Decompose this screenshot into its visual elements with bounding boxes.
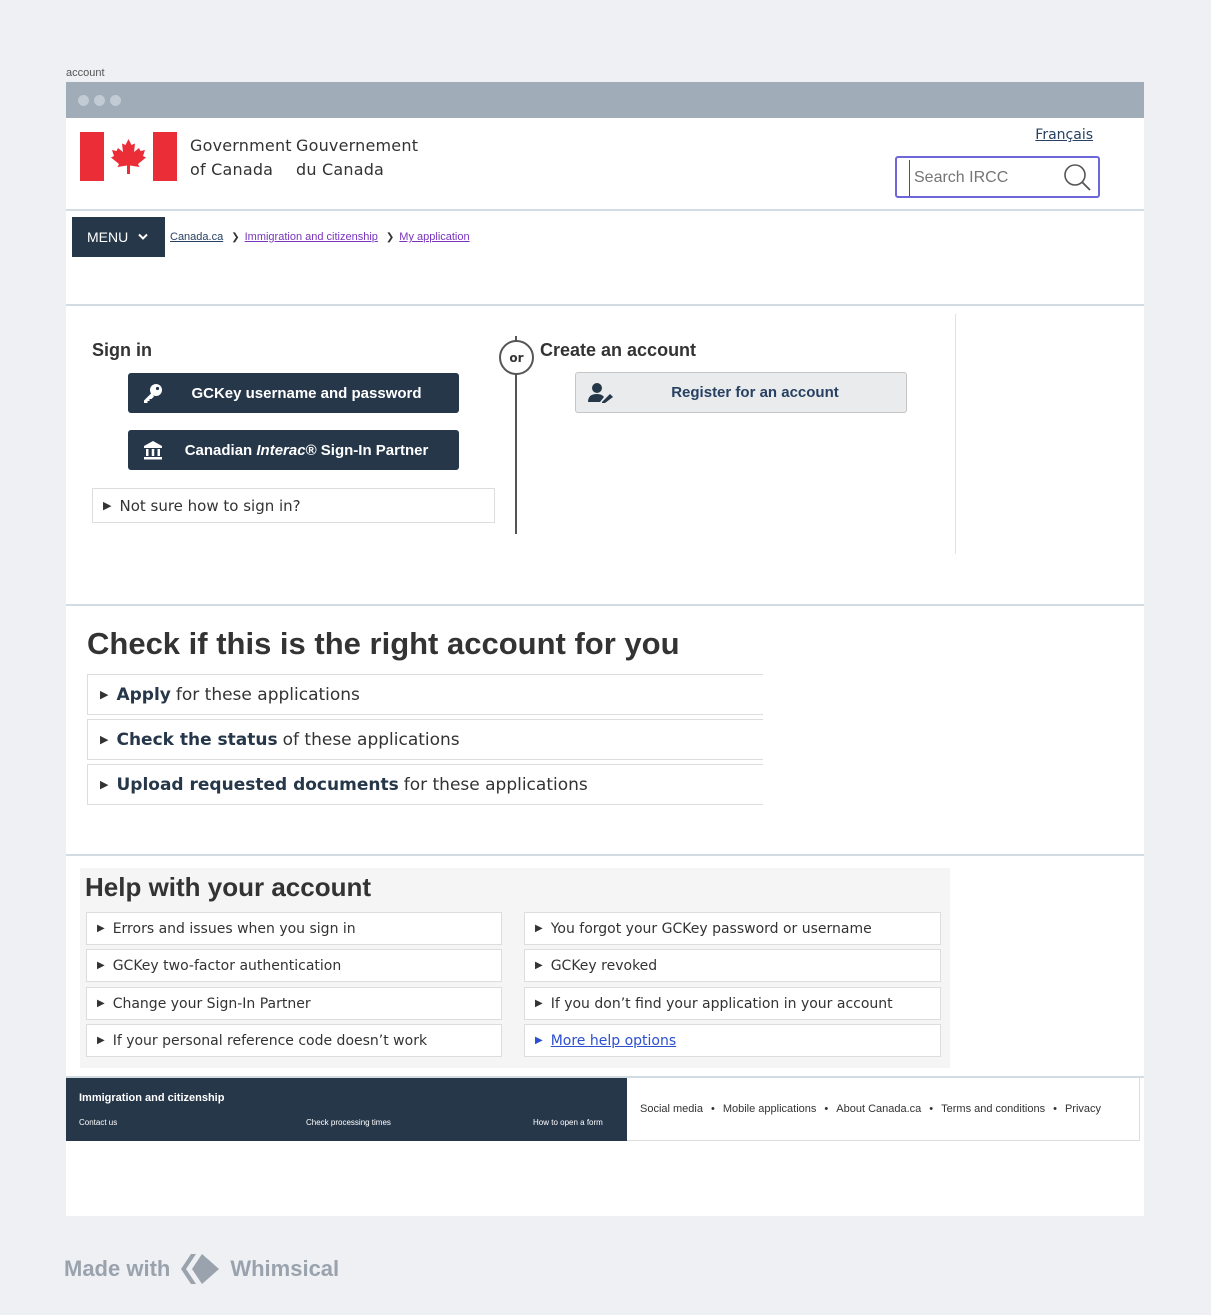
key-icon [128,382,178,404]
help-item-signin-errors[interactable]: ▶ Errors and issues when you sign in [86,912,502,945]
triangle-right-icon: ▶ [103,499,112,512]
menu-label: MENU [87,229,129,245]
site-header: Government of Canada Gouvernement du Can… [66,118,1144,211]
search-input[interactable] [909,160,1059,196]
search-icon[interactable] [1062,162,1092,192]
footer-section-title: Immigration and citizenship [79,1092,225,1104]
frame-label: account [66,67,105,79]
gckey-signin-button[interactable]: GCKey username and password [128,373,459,413]
footer-link-privacy[interactable]: Privacy [1065,1103,1101,1115]
user-edit-icon [576,382,626,404]
triangle-right-icon: ▶ [535,960,543,971]
section-divider [955,314,956,554]
breadcrumb-canada[interactable]: Canada.ca [170,231,223,243]
footer-link-terms[interactable]: Terms and conditions [941,1103,1045,1115]
footer-link-processing-times[interactable]: Check processing times [306,1118,391,1127]
search-box [895,156,1100,198]
interac-signin-button[interactable]: Canadian Interac® Sign-In Partner [128,430,459,470]
signin-section: Sign in GCKey username and password Cana… [66,306,1144,606]
footer-link-about[interactable]: About Canada.ca [836,1103,921,1115]
help-item-forgot-password[interactable]: ▶ You forgot your GCKey password or usern… [524,912,941,945]
breadcrumb-separator-icon: ❯ [385,231,395,243]
more-help-options-link[interactable]: ▶ More help options [524,1024,941,1057]
whimsical-logo-icon [181,1254,220,1284]
maple-leaf-icon [111,139,146,174]
not-sure-how-to-sign-in-toggle[interactable]: ▶ Not sure how to sign in? [92,488,495,523]
check-account-title: Check if this is the right account for y… [87,626,680,661]
interac-button-label: Canadian Interac® Sign-In Partner [184,441,429,459]
footer-link-social-media[interactable]: Social media [640,1103,703,1115]
triangle-right-icon: ▶ [97,998,105,1009]
triangle-right-icon: ▶ [97,1035,105,1046]
window-dot-1 [78,95,89,106]
upload-documents-applications-toggle[interactable]: ▶ Upload requested documents for these a… [87,764,763,805]
help-section: Help with your account ▶ Errors and issue… [66,856,1144,1078]
breadcrumb-my-application[interactable]: My application [399,231,469,243]
create-account-title: Create an account [540,340,697,360]
footer-legal: Social media • Mobile applications • Abo… [627,1078,1140,1141]
nav-row: MENU Canada.ca ❯ Immigration and citizen… [66,213,1144,306]
gov-name-french: Gouvernement du Canada [296,136,419,179]
footer-main: Immigration and citizenship Contact us C… [66,1078,627,1141]
breadcrumb: Canada.ca ❯ Immigration and citizenship … [170,231,470,243]
apply-applications-toggle[interactable]: ▶ Apply for these applications [87,674,763,715]
triangle-right-icon: ▶ [535,998,543,1009]
check-status-applications-toggle[interactable]: ▶ Check the status of these applications [87,719,763,760]
triangle-right-icon: ▶ [100,733,109,746]
canada-flag-logo[interactable] [80,132,177,181]
help-panel: Help with your account ▶ Errors and issue… [80,868,950,1068]
breadcrumb-separator-icon: ❯ [231,231,240,243]
menu-button[interactable]: MENU [72,217,165,257]
help-item-two-factor[interactable]: ▶ GCKey two-factor authentication [86,949,502,982]
help-item-missing-application[interactable]: ▶ If you don’t find your application in y… [524,987,941,1020]
whimsical-branding: Made with Whimsical [64,1252,339,1286]
triangle-right-icon: ▶ [100,688,109,701]
check-account-section: Check if this is the right account for y… [66,606,1144,856]
signin-title: Sign in [92,340,152,360]
bank-icon [128,440,178,460]
or-divider: or [499,340,534,375]
help-item-reference-code[interactable]: ▶ If your personal reference code doesn’t… [86,1024,502,1057]
footer-link-open-form[interactable]: How to open a form [533,1118,603,1127]
chevron-down-icon [138,233,148,240]
help-item-gckey-revoked[interactable]: ▶ GCKey revoked [524,949,941,982]
gov-name-english: Government of Canada [190,136,292,179]
triangle-right-icon: ▶ [97,960,105,971]
triangle-right-icon: ▶ [100,778,109,791]
window-dot-2 [94,95,105,106]
triangle-right-icon: ▶ [97,923,105,934]
help-item-change-partner[interactable]: ▶ Change your Sign-In Partner [86,987,502,1020]
language-toggle-link[interactable]: Français [1035,127,1093,143]
breadcrumb-immigration[interactable]: Immigration and citizenship [245,231,378,243]
help-title: Help with your account [85,872,372,902]
triangle-right-icon: ▶ [535,923,543,934]
site-footer: Immigration and citizenship Contact us C… [66,1078,1144,1141]
footer-link-contact-us[interactable]: Contact us [79,1118,117,1127]
register-account-button[interactable]: Register for an account [575,372,907,413]
window-dot-3 [110,95,121,106]
window-titlebar [66,82,1144,118]
footer-link-mobile-apps[interactable]: Mobile applications [723,1103,817,1115]
browser-window: Government of Canada Gouvernement du Can… [66,82,1144,1216]
triangle-right-icon: ▶ [535,1035,543,1046]
